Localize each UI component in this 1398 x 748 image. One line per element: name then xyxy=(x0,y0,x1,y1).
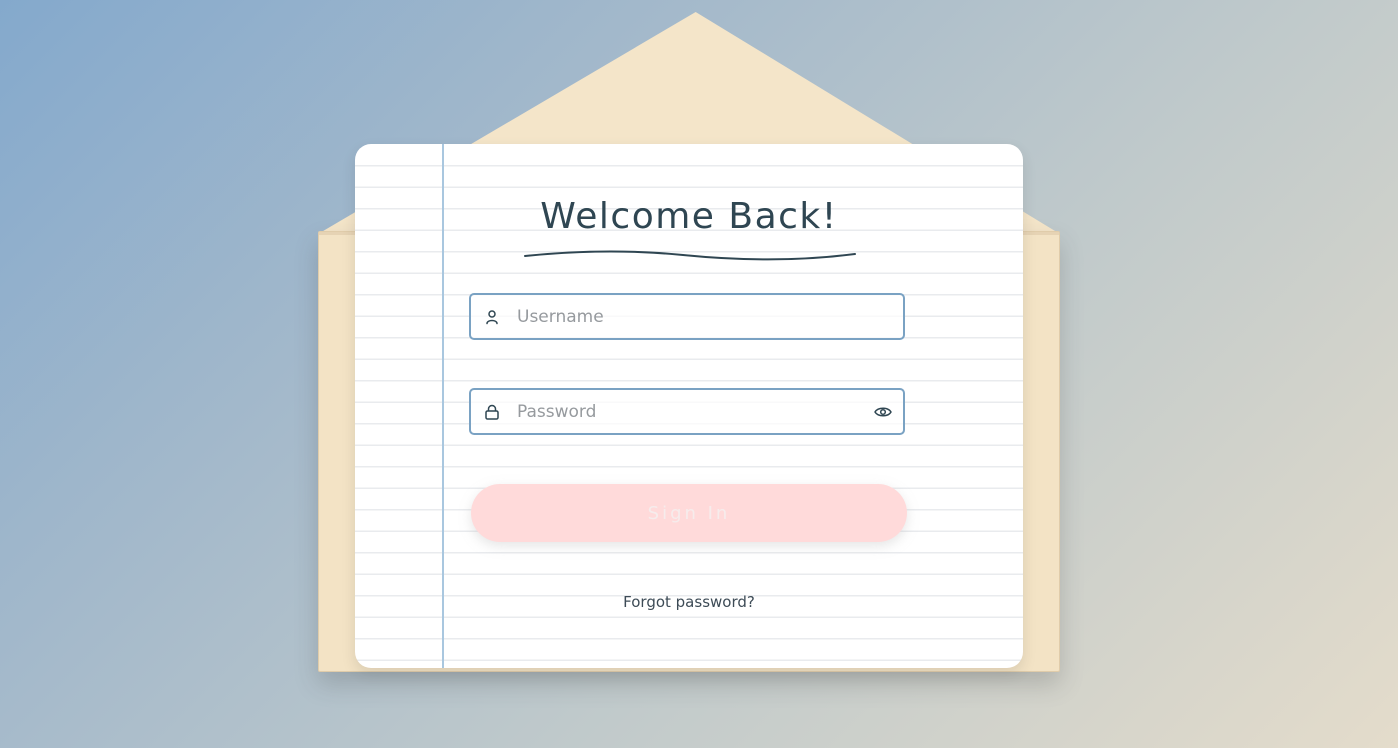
username-field[interactable] xyxy=(469,293,905,340)
username-input[interactable] xyxy=(517,295,857,338)
sign-in-button[interactable]: Sign In xyxy=(471,484,907,542)
eye-icon[interactable] xyxy=(873,402,893,422)
user-icon xyxy=(486,310,498,325)
password-input[interactable] xyxy=(517,390,857,433)
page-title: Welcome Back! xyxy=(540,196,838,237)
lock-icon xyxy=(485,404,499,420)
forgot-password-link[interactable]: Forgot password? xyxy=(355,593,1023,611)
login-card: Welcome Back! Sign In Forgot password? xyxy=(355,144,1023,668)
password-field[interactable] xyxy=(469,388,905,435)
title-underline xyxy=(524,250,856,261)
